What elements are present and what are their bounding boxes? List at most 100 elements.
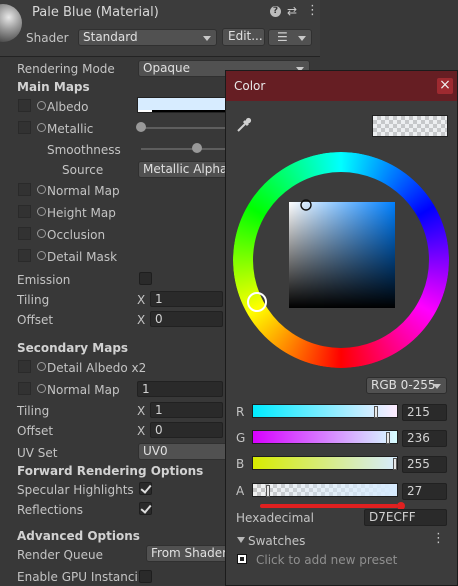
- main-maps-heading: Main Maps: [17, 80, 90, 94]
- color-picker-title: Color: [234, 79, 266, 93]
- advanced-options-heading: Advanced Options: [17, 529, 140, 543]
- b-channel-slider[interactable]: [252, 456, 398, 470]
- swatch-icon[interactable]: [237, 554, 247, 564]
- offset-label: Offset: [17, 313, 54, 327]
- color-picker-window: Color × RGB 0-255 R 215 G 236 B 255 A 27…: [225, 70, 458, 586]
- secondary-normal-texture-slot[interactable]: [18, 382, 31, 395]
- gpu-instancing-checkbox[interactable]: [139, 570, 152, 583]
- close-button[interactable]: ×: [437, 77, 453, 94]
- kebab-menu-icon[interactable]: ⋮: [432, 531, 445, 546]
- shader-value: Standard: [83, 30, 138, 44]
- detail-albedo-label: Detail Albedo x2: [47, 361, 147, 375]
- g-slider-handle[interactable]: [386, 432, 390, 444]
- color-picker-titlebar[interactable]: Color ×: [226, 71, 457, 101]
- secondary-offset-x-field[interactable]: 0: [150, 422, 223, 438]
- chevron-down-icon: [203, 36, 211, 41]
- height-map-picker-icon[interactable]: [37, 207, 46, 216]
- smoothness-slider-track[interactable]: [141, 148, 227, 150]
- uv-set-value: UV0: [143, 444, 168, 458]
- color-mode-dropdown[interactable]: RGB 0-255: [366, 377, 447, 394]
- add-preset-text[interactable]: Click to add new preset: [256, 553, 397, 567]
- shader-options-dropdown[interactable]: ☰: [268, 29, 312, 46]
- a-channel-label: A: [236, 484, 245, 498]
- reflections-label: Reflections: [17, 503, 83, 517]
- g-channel-label: G: [236, 431, 246, 445]
- g-channel-slider[interactable]: [252, 430, 398, 444]
- render-queue-dropdown[interactable]: From Shader: [146, 545, 228, 562]
- tiling-label: Tiling: [17, 293, 50, 307]
- edit-shader-button[interactable]: Edit...: [222, 28, 265, 46]
- secondary-tiling-x-field[interactable]: 1: [150, 402, 223, 418]
- secondary-normal-picker-icon[interactable]: [37, 384, 46, 393]
- hue-wheel[interactable]: [233, 152, 449, 368]
- rendering-mode-value: Opaque: [143, 61, 191, 75]
- close-icon: ×: [439, 77, 451, 93]
- a-slider-handle[interactable]: [266, 485, 270, 497]
- albedo-alpha-bar-empty: [152, 110, 226, 112]
- eyedropper-icon[interactable]: [235, 116, 253, 134]
- material-title: Pale Blue (Material): [32, 5, 159, 20]
- color-preview-fill: [373, 116, 447, 136]
- list-icon: ☰: [277, 30, 288, 44]
- shader-dropdown[interactable]: Standard: [78, 29, 217, 46]
- annotation-underline: [260, 504, 398, 508]
- metallic-slider-handle[interactable]: [136, 122, 146, 132]
- r-slider-handle[interactable]: [374, 406, 378, 418]
- b-slider-handle[interactable]: [393, 458, 397, 470]
- help-icon[interactable]: ?: [270, 6, 281, 17]
- secondary-offset-x-label: X: [137, 424, 146, 438]
- render-queue-label: Render Queue: [17, 548, 103, 562]
- height-map-texture-slot[interactable]: [18, 205, 31, 218]
- gpu-instancing-label: Enable GPU Instancin: [17, 570, 146, 584]
- uv-set-label: UV Set: [17, 446, 58, 460]
- detail-albedo-texture-slot[interactable]: [18, 360, 31, 373]
- metallic-picker-icon[interactable]: [37, 123, 46, 132]
- swatches-foldout-icon[interactable]: [237, 537, 245, 543]
- secondary-normal-scale-field[interactable]: 1: [137, 381, 223, 397]
- albedo-color-swatch[interactable]: [137, 97, 227, 113]
- chevron-down-icon: [298, 36, 306, 41]
- emission-checkbox[interactable]: [139, 272, 152, 285]
- tiling-x-label: X: [137, 293, 146, 307]
- r-channel-label: R: [236, 405, 245, 419]
- uv-set-dropdown[interactable]: UV0: [138, 443, 228, 460]
- detail-mask-label: Detail Mask: [47, 250, 118, 264]
- tiling-x-field[interactable]: 1: [150, 291, 223, 307]
- r-value-field[interactable]: 215: [402, 404, 447, 421]
- height-map-label: Height Map: [47, 206, 116, 220]
- swatches-label[interactable]: Swatches: [248, 534, 305, 548]
- a-value-field[interactable]: 27: [402, 483, 447, 500]
- occlusion-picker-icon[interactable]: [37, 229, 46, 238]
- preset-icon[interactable]: ⇄: [287, 4, 297, 18]
- secondary-normal-label: Normal Map: [47, 383, 120, 397]
- detail-albedo-picker-icon[interactable]: [37, 362, 46, 371]
- r-channel-slider[interactable]: [252, 404, 398, 418]
- b-value-field[interactable]: 255: [402, 456, 447, 473]
- albedo-picker-icon[interactable]: [37, 101, 46, 110]
- emission-label: Emission: [17, 273, 71, 287]
- albedo-label: Albedo: [47, 100, 89, 114]
- hexadecimal-field[interactable]: D7ECFF: [364, 509, 447, 526]
- specular-highlights-checkbox[interactable]: [139, 482, 152, 495]
- secondary-maps-heading: Secondary Maps: [17, 341, 129, 355]
- reflections-checkbox[interactable]: [139, 502, 152, 515]
- detail-mask-picker-icon[interactable]: [37, 251, 46, 260]
- albedo-texture-slot[interactable]: [18, 99, 31, 112]
- offset-x-field[interactable]: 0: [150, 311, 223, 327]
- occlusion-texture-slot[interactable]: [18, 227, 31, 240]
- hexadecimal-label: Hexadecimal: [236, 511, 314, 525]
- source-dropdown[interactable]: Metallic Alpha: [138, 161, 228, 178]
- source-label: Source: [62, 163, 104, 177]
- normal-map-texture-slot[interactable]: [18, 183, 31, 196]
- metallic-slider-track[interactable]: [141, 127, 227, 129]
- g-value-field[interactable]: 236: [402, 430, 447, 447]
- detail-mask-texture-slot[interactable]: [18, 249, 31, 262]
- a-channel-slider[interactable]: [252, 483, 398, 497]
- shader-label: Shader: [26, 31, 69, 45]
- smoothness-slider-handle[interactable]: [192, 143, 202, 153]
- rendering-mode-label: Rendering Mode: [17, 62, 115, 76]
- menu-dots-icon[interactable]: ⋮: [306, 3, 319, 18]
- metallic-texture-slot[interactable]: [18, 121, 31, 134]
- normal-map-picker-icon[interactable]: [37, 185, 46, 194]
- albedo-alpha-bar: [138, 110, 152, 112]
